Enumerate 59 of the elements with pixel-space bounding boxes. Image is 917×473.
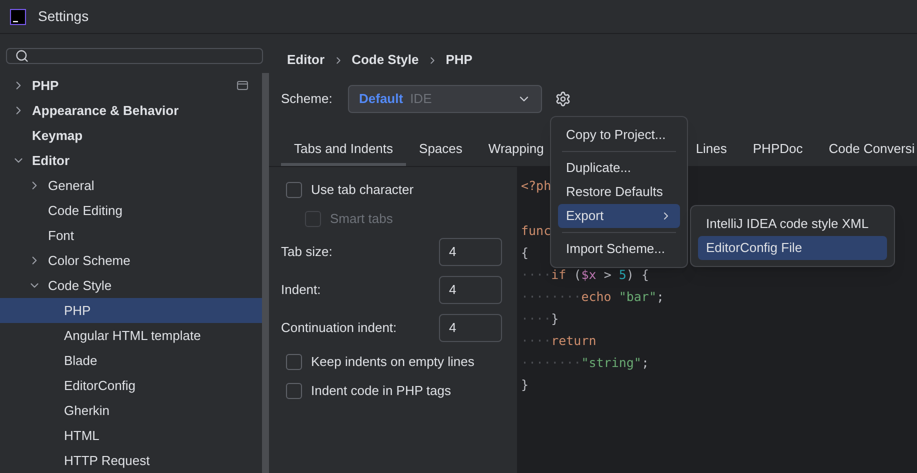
checkbox-label: Use tab character xyxy=(311,180,414,199)
tab[interactable]: PHPDoc xyxy=(740,134,816,166)
checkbox-label: Smart tabs xyxy=(330,210,393,228)
field-label: Tab size: xyxy=(281,243,334,262)
input-field[interactable]: 4 xyxy=(439,314,502,342)
tree-item[interactable]: Angular HTML template xyxy=(0,323,262,348)
tab[interactable]: Spaces xyxy=(406,134,476,166)
tree-item[interactable]: Gherkin xyxy=(0,398,262,423)
input-field[interactable]: 4 xyxy=(439,238,502,266)
tree-item[interactable]: General xyxy=(0,173,262,198)
scheme-label: Scheme: xyxy=(281,90,334,108)
menu-item[interactable]: IntelliJ IDEA code style XML xyxy=(698,212,887,236)
checkbox[interactable] xyxy=(286,182,302,198)
tab[interactable]: Tabs and Indents xyxy=(281,134,406,166)
menu-item[interactable]: Export xyxy=(558,204,680,228)
breadcrumb-item: Editor xyxy=(287,51,325,70)
code-line: { xyxy=(521,244,529,262)
code-line: ········echo "bar"; xyxy=(521,288,664,306)
tree-item[interactable]: EditorConfig xyxy=(0,373,262,398)
field-label: Indent: xyxy=(281,281,322,300)
app-logo-icon xyxy=(10,8,26,24)
search-field[interactable] xyxy=(6,48,263,64)
tree-item[interactable]: Color Scheme xyxy=(0,248,262,273)
tree-item[interactable]: Appearance & Behavior xyxy=(0,98,262,123)
menu-item[interactable]: Restore Defaults xyxy=(558,180,680,204)
tree-item[interactable]: HTML xyxy=(0,423,262,448)
code-line: ····} xyxy=(521,310,559,328)
tree-item[interactable]: Blade xyxy=(0,348,262,373)
code-line: ········"string"; xyxy=(521,354,649,372)
tree-item[interactable]: PHP xyxy=(0,73,262,98)
breadcrumb-item: PHP xyxy=(446,51,472,70)
menu-item[interactable]: Duplicate... xyxy=(558,156,680,180)
checkbox[interactable] xyxy=(286,382,302,398)
settings-icon[interactable] xyxy=(555,91,571,107)
menu-item[interactable]: EditorConfig File xyxy=(698,236,887,260)
field-label: Continuation indent: xyxy=(281,319,398,338)
tree-item[interactable]: Code Editing xyxy=(0,198,262,223)
checkbox[interactable] xyxy=(286,354,302,370)
code-line: } xyxy=(521,376,529,394)
tree-item[interactable]: Code Style xyxy=(0,273,262,298)
checkbox-label: Indent code in PHP tags xyxy=(311,382,451,400)
tree-item[interactable]: PHP xyxy=(0,298,262,323)
breadcrumb-item: Code Style xyxy=(352,51,419,70)
tree-item[interactable]: Keymap xyxy=(0,123,262,148)
scrollbar[interactable] xyxy=(262,73,269,473)
code-line: func xyxy=(521,222,552,240)
window-title: Settings xyxy=(38,7,89,26)
tree-item[interactable]: HTTP Request xyxy=(0,448,262,473)
menu-item[interactable]: Import Scheme... xyxy=(558,237,680,261)
code-line: <?ph xyxy=(521,177,552,195)
code-line: ····return xyxy=(521,332,596,350)
menu-item[interactable]: Copy to Project... xyxy=(558,123,680,147)
tab[interactable]: Code Conversi xyxy=(816,134,917,166)
search-icon xyxy=(15,49,29,63)
code-line: ····if ($x > 5) { xyxy=(521,266,649,284)
input-field[interactable]: 4 xyxy=(439,276,502,304)
checkbox-label: Keep indents on empty lines xyxy=(311,352,474,371)
tree-item[interactable]: Font xyxy=(0,223,262,248)
tree-item[interactable]: Editor xyxy=(0,148,262,173)
